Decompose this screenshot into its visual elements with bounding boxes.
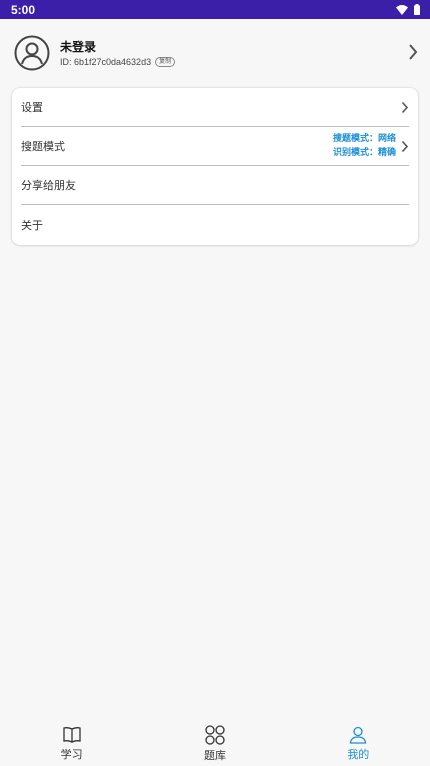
person-icon (350, 726, 367, 744)
profile-id-row: ID: 6b1f27c0da4632d3 复制 (60, 56, 176, 68)
tab-label: 我的 (347, 748, 370, 761)
bottom-tab-bar: 学习 题库 我的 (0, 722, 430, 766)
user-circle-icon (14, 35, 50, 71)
tab-question-bank[interactable]: 题库 (165, 725, 265, 763)
profile-id: ID: 6b1f27c0da4632d3 (60, 56, 152, 67)
grid-circles-icon (205, 725, 225, 745)
status-bar: 5:00 (0, 0, 430, 19)
wifi-icon (396, 4, 408, 15)
menu-item-about[interactable]: 关于 (21, 205, 409, 244)
status-icons (396, 4, 420, 15)
chevron-right-icon (401, 101, 409, 113)
book-icon (63, 727, 81, 743)
status-time: 5:00 (11, 2, 36, 17)
menu-item-search-mode[interactable]: 搜题模式 搜题模式：网络 识别模式：精确 (21, 127, 409, 166)
menu-item-label: 搜题模式 (21, 140, 65, 153)
copy-id-button[interactable]: 复制 (155, 56, 176, 67)
profile-header[interactable]: 未登录 ID: 6b1f27c0da4632d3 复制 (0, 19, 430, 87)
menu-item-label: 分享给朋友 (21, 179, 76, 192)
mode-block: 搜题模式：网络 识别模式：精确 (333, 132, 396, 160)
search-mode-values: 搜题模式：网络 识别模式：精确 (333, 132, 409, 160)
menu-item-settings[interactable]: 设置 (21, 88, 409, 127)
tab-label: 学习 (60, 748, 83, 761)
recognition-mode-value: 识别模式：精确 (332, 148, 396, 158)
tab-study[interactable]: 学习 (22, 726, 122, 762)
search-mode-value: 搜题模式：网络 (332, 134, 396, 144)
settings-menu-card: 设置 搜题模式 搜题模式：网络 识别模式：精确 分享给朋友 关于 (12, 88, 418, 245)
chevron-right-icon (401, 140, 409, 152)
tab-label: 题库 (203, 749, 226, 762)
battery-icon (414, 4, 420, 15)
tab-me[interactable]: 我的 (308, 726, 408, 762)
chevron-right-icon (409, 44, 418, 60)
profile-name: 未登录 (60, 39, 97, 54)
menu-item-label: 关于 (21, 218, 43, 232)
profile-info: 未登录 ID: 6b1f27c0da4632d3 复制 (60, 39, 176, 68)
menu-item-share[interactable]: 分享给朋友 (21, 166, 409, 205)
menu-item-label: 设置 (21, 101, 43, 114)
